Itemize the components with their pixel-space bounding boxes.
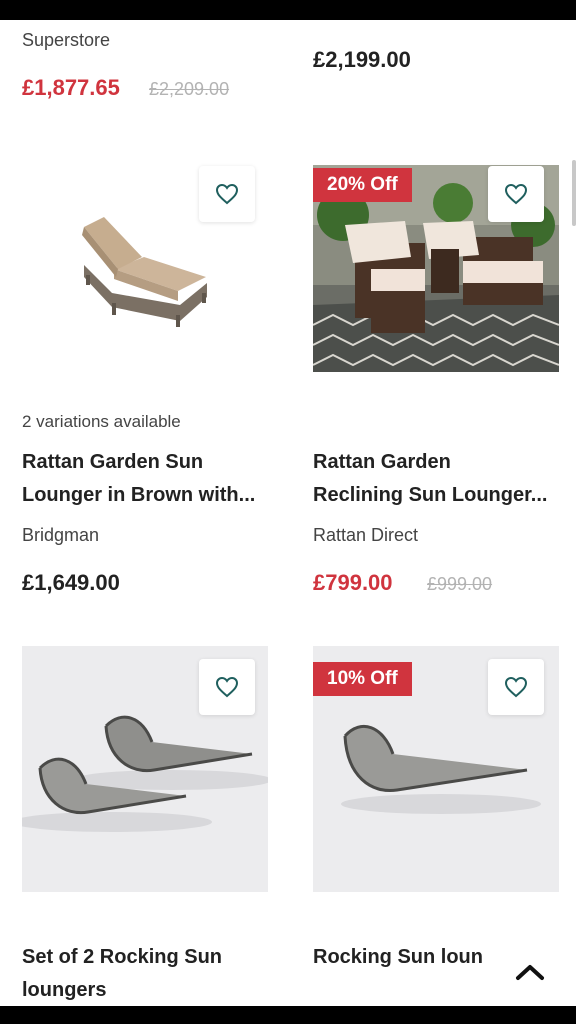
discount-badge: 10% Off [313,662,412,696]
product-seller: Bridgman [22,525,100,545]
status-bar [0,0,576,20]
product-price: £799.00 [313,570,393,595]
product-title-line: Reclining Sun Lounger... [313,484,548,506]
product-price: £2,199.00 [313,47,411,72]
chevron-up-icon [516,965,544,980]
product-was-price: £2,209.00 [149,79,230,99]
product-price: £1,649.00 [22,570,120,595]
product-title[interactable]: Set of 2 Rocking Sun loungers [22,941,272,1007]
product-title[interactable]: Rocking Sun loun [313,941,503,974]
wishlist-button[interactable] [488,166,544,222]
wishlist-button[interactable] [199,166,255,222]
variations-label: 2 variations available [22,412,181,431]
scrollbar-thumb[interactable] [572,160,576,226]
wishlist-button[interactable] [488,659,544,715]
product-title-line: Lounger in Brown with... [22,484,256,506]
discount-badge: 20% Off [313,168,412,202]
product-title[interactable]: Rattan Garden Reclining Sun Lounger... [313,446,563,512]
product-title-line: Rattan Garden Sun [22,451,204,473]
wishlist-button[interactable] [199,659,255,715]
heart-outline-icon [504,676,528,698]
navigation-bar [0,1006,576,1024]
product-seller: Rattan Direct [313,525,419,545]
scroll-to-top-button[interactable] [510,952,550,992]
product-title-line: Rattan Garden [313,451,451,473]
heart-outline-icon [215,676,239,698]
product-title-line: loungers [22,979,107,1001]
product-seller: Superstore [22,30,111,50]
product-title-line: Set of 2 Rocking Sun [22,946,223,968]
product-title[interactable]: Rattan Garden Sun Lounger in Brown with.… [22,446,272,512]
product-price: £1,877.65 [22,75,120,100]
heart-outline-icon [215,183,239,205]
product-was-price: £999.00 [427,574,493,594]
product-title-line: Rocking Sun loun [313,946,483,968]
heart-outline-icon [504,183,528,205]
